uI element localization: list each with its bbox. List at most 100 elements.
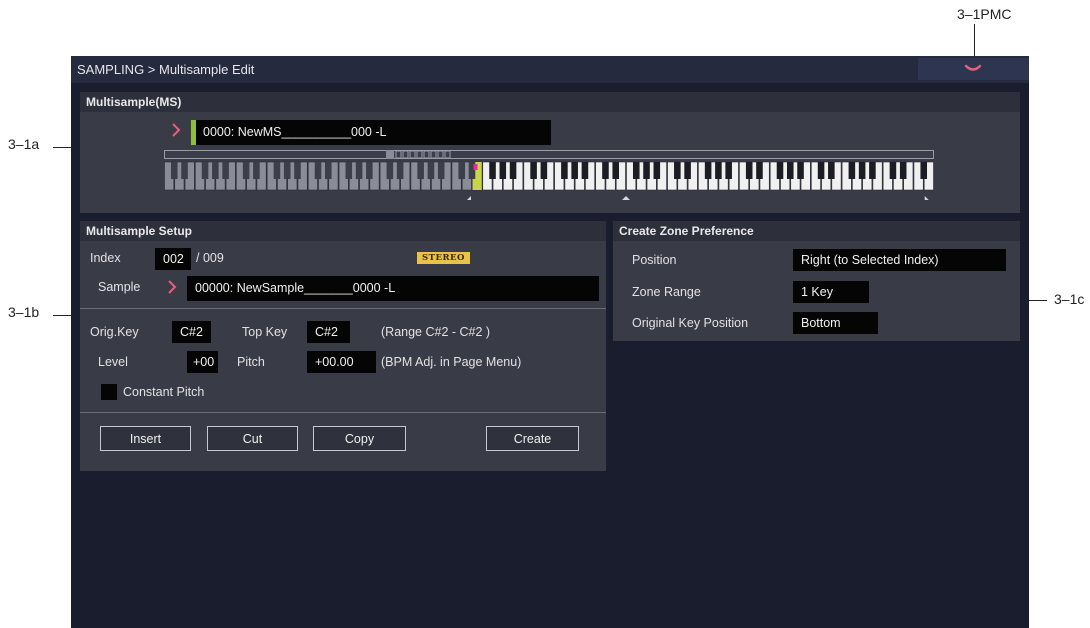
callout-pmc-line xyxy=(974,24,975,56)
position-label: Position xyxy=(632,253,677,267)
center-marker xyxy=(622,196,630,200)
setup-header: Multisample Setup xyxy=(80,221,606,241)
black-key xyxy=(222,162,229,179)
multisample-setup-panel: Multisample Setup Index 002 / 009 STEREO… xyxy=(80,221,606,471)
ms-select-arrow-icon[interactable] xyxy=(171,122,181,138)
create-button[interactable]: Create xyxy=(486,426,579,451)
black-key xyxy=(253,162,260,179)
keyboard-zone-map[interactable] xyxy=(164,150,934,206)
black-key xyxy=(212,162,219,179)
black-key xyxy=(345,162,353,179)
black-key xyxy=(283,162,291,179)
black-key xyxy=(427,162,435,179)
ms-indicator xyxy=(191,120,196,145)
ms-value: 0000: NewMS__________000 -L xyxy=(203,125,387,139)
page-menu-button[interactable] xyxy=(918,58,1029,80)
orig-key-field[interactable]: C#2 xyxy=(172,321,211,343)
setup-title: Multisample Setup xyxy=(86,224,193,238)
ms-select-field[interactable]: 0000: NewMS__________000 -L xyxy=(191,120,551,145)
black-key xyxy=(324,162,332,179)
black-key xyxy=(170,162,178,179)
position-field[interactable]: Right (to Selected Index) xyxy=(793,249,1006,271)
black-key xyxy=(294,162,301,179)
black-key xyxy=(715,162,722,179)
callout-3-1c: 3–1c xyxy=(1054,291,1085,307)
black-key xyxy=(643,162,650,179)
black-key xyxy=(632,162,640,179)
black-key xyxy=(612,162,620,179)
black-key xyxy=(458,162,466,179)
copy-button[interactable]: Copy xyxy=(313,426,406,451)
zone-pref-header: Create Zone Preference xyxy=(613,221,1020,241)
multisample-panel: Multisample(MS) 0000: NewMS__________000… xyxy=(80,92,1020,213)
sample-field[interactable]: 00000: NewSample_______0000 -L xyxy=(187,276,599,301)
callout-3-1b: 3–1b xyxy=(8,304,40,320)
top-key-field[interactable]: C#2 xyxy=(307,321,350,343)
black-key xyxy=(366,162,373,179)
index-field[interactable]: 002 xyxy=(155,248,191,270)
zone-range-label: Zone Range xyxy=(632,285,701,299)
zone-range-field[interactable]: 1 Key xyxy=(793,281,869,303)
black-key xyxy=(499,162,507,179)
black-key xyxy=(602,162,609,179)
black-key xyxy=(530,162,537,179)
pitch-label: Pitch xyxy=(237,355,265,369)
black-key xyxy=(273,162,281,179)
black-key xyxy=(242,162,250,179)
buttons-divider xyxy=(80,412,606,413)
black-key xyxy=(848,162,856,179)
black-key xyxy=(653,162,661,179)
black-key xyxy=(540,162,548,179)
cut-button[interactable]: Cut xyxy=(207,426,298,451)
black-key xyxy=(181,162,188,179)
black-key xyxy=(571,162,578,179)
black-key xyxy=(858,162,866,179)
black-key xyxy=(201,162,209,179)
black-key xyxy=(581,162,589,179)
screen: SAMPLING > Multisample Edit Multisample(… xyxy=(71,56,1029,628)
constant-pitch-checkbox[interactable] xyxy=(101,384,117,400)
level-field[interactable]: +00 xyxy=(187,351,218,373)
sample-label: Sample xyxy=(98,280,141,294)
black-key xyxy=(920,162,928,179)
sample-select-arrow-icon[interactable] xyxy=(167,279,177,295)
setup-divider xyxy=(80,308,606,309)
black-key xyxy=(725,162,732,179)
black-key xyxy=(396,162,404,179)
black-key xyxy=(417,162,424,179)
black-key xyxy=(828,162,835,179)
multisample-header: Multisample(MS) xyxy=(80,92,1020,112)
index-total: / 009 xyxy=(196,251,224,265)
title-bar: SAMPLING > Multisample Edit xyxy=(71,56,1029,83)
orig-key-label: Orig.Key xyxy=(90,325,139,339)
constant-pitch-label: Constant Pitch xyxy=(123,385,205,399)
callout-pmc: 3–1PMC xyxy=(957,6,1012,22)
insert-button[interactable]: Insert xyxy=(100,426,191,451)
multisample-title: Multisample(MS) xyxy=(86,95,182,109)
original-key-position-label: Original Key Position xyxy=(632,316,749,330)
black-key xyxy=(674,162,681,179)
black-key xyxy=(869,162,876,179)
black-key xyxy=(561,162,568,179)
black-key xyxy=(756,162,763,179)
black-key xyxy=(314,162,322,179)
create-zone-preference-panel: Create Zone Preference Position Right (t… xyxy=(613,221,1020,341)
black-key xyxy=(889,162,897,179)
range-text: (Range C#2 - C#2 ) xyxy=(381,325,491,339)
black-key xyxy=(509,162,517,179)
black-key xyxy=(899,162,907,179)
black-key xyxy=(489,162,496,179)
black-key xyxy=(386,162,394,179)
range-start-marker xyxy=(467,196,471,200)
original-key-marker xyxy=(473,164,478,170)
black-key xyxy=(797,162,804,179)
black-key xyxy=(776,162,784,179)
black-key xyxy=(786,162,794,179)
black-key xyxy=(437,162,445,179)
zone-index-block xyxy=(386,150,394,159)
callout-3-1a: 3–1a xyxy=(8,136,40,152)
pitch-field[interactable]: +00.00 xyxy=(307,351,376,373)
zone-pref-title: Create Zone Preference xyxy=(619,224,754,238)
original-key-position-field[interactable]: Bottom xyxy=(793,312,878,334)
black-key xyxy=(817,162,825,179)
